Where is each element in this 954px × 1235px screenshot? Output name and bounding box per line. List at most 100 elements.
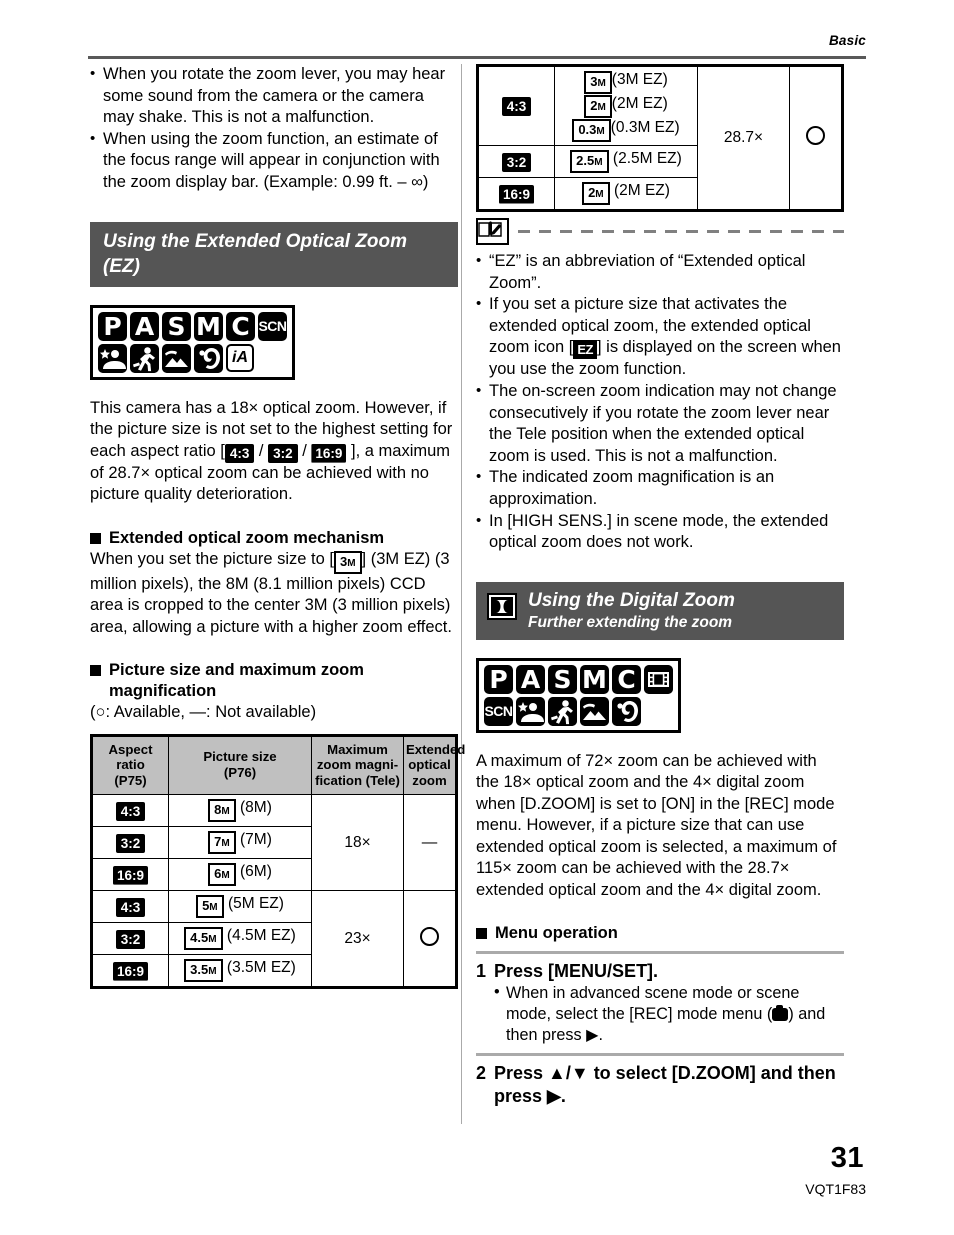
cell-max-zoom: 23× <box>311 890 404 988</box>
list-item: “EZ” is an abbreviation of “Extended opt… <box>476 250 844 294</box>
ez-note-bullet-list: “EZ” is an abbreviation of “Extended opt… <box>476 250 844 554</box>
aspect-badge-4-3: 4:3 <box>224 443 255 463</box>
cell-picture-size: 3.5M (3.5M EZ) <box>168 954 312 988</box>
col-header-aspect-ratio: Aspect ratio (P75) <box>92 735 169 796</box>
cell-aspect: 16:9 <box>478 177 555 210</box>
digital-zoom-icon <box>487 593 517 627</box>
right-column: 4:3 3M (3M EZ) 2M (2M EZ) 0.3M (0.3M EZ) 28… <box>476 64 844 1108</box>
cell-extended-optical-zoom <box>403 890 456 988</box>
list-item: When using the zoom function, an estimat… <box>90 128 458 194</box>
col-header-extended-optical-zoom: Extended optical zoom <box>403 735 465 796</box>
manual-page: Basic When you rotate the zoom lever, yo… <box>0 0 954 1235</box>
portrait-icon <box>612 696 641 726</box>
cell-picture-size: 5M (5M EZ) <box>168 890 312 924</box>
step-rule-top <box>476 951 844 955</box>
table-row: 4:3 3M (3M EZ) 2M (2M EZ) 0.3M (0.3M EZ) 28… <box>478 66 842 210</box>
step-2-text: Press ▲/▼ to select [D.ZOOM] and then pr… <box>494 1063 836 1107</box>
col-header-max-zoom: Maximum zoom magni- fication (Tele) <box>311 735 404 796</box>
section-banner-digital-zoom: Using the Digital Zoom Further extending… <box>476 581 844 640</box>
note-divider-row <box>476 218 844 245</box>
mode-icon-p: P <box>98 311 127 341</box>
scenery-icon <box>580 696 609 726</box>
left-column: When you rotate the zoom lever, you may … <box>90 63 465 990</box>
subhead-line-1: Picture size and maximum zoom <box>109 661 364 680</box>
col-header-picture-size: Picture size (P76) <box>168 735 312 796</box>
mode-icon-m: M <box>580 664 609 694</box>
picture-size-chip-3m: 3M <box>333 550 362 574</box>
mode-icon-row-1: P A S M C <box>484 664 673 694</box>
table-legend: (○: Available, —: Not available) <box>90 703 317 722</box>
mode-icon-scn: SCN <box>258 311 287 341</box>
mode-icon-ia: iA <box>226 343 254 372</box>
mode-icon-box-digital-zoom: P A S M C SCN <box>476 657 681 733</box>
cell-extended-optical-zoom: — <box>403 794 456 892</box>
night-portrait-icon <box>98 343 127 373</box>
available-circle-icon <box>806 126 825 145</box>
step-1: 1 Press [MENU/SET]. <box>476 960 844 983</box>
cell-max-zoom: 18× <box>311 794 404 892</box>
portrait-icon <box>194 343 223 373</box>
page-number: 31 <box>830 1142 864 1174</box>
mode-icon-row-2: iA <box>98 343 287 373</box>
ez-icon-chip: EZ <box>573 340 597 360</box>
picture-size-table-continued: 4:3 3M (3M EZ) 2M (2M EZ) 0.3M (0.3M EZ) 28… <box>478 66 842 210</box>
cell-picture-size: 4.5M (4.5M EZ) <box>168 922 312 956</box>
mode-icon-m: M <box>194 311 223 341</box>
section-banner-extended-optical-zoom: Using the Extended Optical Zoom (EZ) <box>90 221 458 287</box>
available-circle-icon <box>420 926 439 946</box>
picture-size-table-wrapper: Aspect ratio (P75) Picture size (P76) Ma… <box>90 733 465 990</box>
mode-icon-row-2: SCN <box>484 696 673 726</box>
subhead-line-2: magnification <box>109 682 217 701</box>
mode-icon-a: A <box>516 664 545 694</box>
column-divider <box>461 64 462 1124</box>
mode-icon-s: S <box>548 664 577 694</box>
subhead-picture-size-and-max-zoom: Picture size and maximum zoom magnificati… <box>90 660 458 702</box>
step-2-number: 2 <box>476 1063 487 1084</box>
cell-aspect: 16:9 <box>92 954 169 988</box>
mode-icon-row-1: P A S M C SCN <box>98 311 287 341</box>
list-item: The indicated zoom magnification is an a… <box>476 466 844 510</box>
mode-icon-p: P <box>484 664 513 694</box>
cell-picture-size: 2.5M (2.5M EZ) <box>554 145 698 178</box>
cell-picture-size: 6M (6M) <box>168 858 312 892</box>
picture-size-table-continued-wrapper: 4:3 3M (3M EZ) 2M (2M EZ) 0.3M (0.3M EZ) 28… <box>476 64 844 212</box>
cell-aspect: 16:9 <box>92 858 169 892</box>
dashed-divider <box>518 230 844 233</box>
table-row: 4:3 8M (8M) 18× — <box>92 794 456 892</box>
cell-picture-size: 3M (3M EZ) 2M (2M EZ) 0.3M (0.3M EZ) <box>554 66 698 146</box>
motion-picture-icon <box>644 664 673 694</box>
mechanism-paragraph: When you set the picture size to [3M] (3… <box>90 549 458 639</box>
scenery-icon <box>162 343 191 373</box>
note-book-icon <box>476 218 509 245</box>
table-header-row: Aspect ratio (P75) Picture size (P76) Ma… <box>92 735 465 796</box>
cell-picture-size: 2M (2M EZ) <box>554 177 698 210</box>
ez-intro-text-b: / <box>254 441 269 460</box>
mode-icon-scn: SCN <box>484 696 513 726</box>
step-2: 2 Press ▲/▼ to select [D.ZOOM] and then … <box>476 1062 844 1108</box>
running-head: Basic <box>828 33 866 48</box>
digital-zoom-paragraph: A maximum of 72× zoom can be achieved wi… <box>476 751 837 899</box>
cell-aspect: 4:3 <box>478 66 555 146</box>
list-item-ez-icon: If you set a picture size that activates… <box>476 293 844 381</box>
night-portrait-icon <box>516 696 545 726</box>
sports-icon <box>130 343 159 373</box>
mode-icon-c: C <box>612 664 641 694</box>
cell-picture-size: 8M (8M) <box>168 794 312 828</box>
mode-icon-box-ez: P A S M C SCN iA <box>90 304 295 380</box>
cell-aspect: 3:2 <box>92 922 169 956</box>
document-id: VQT1F83 <box>805 1181 866 1197</box>
subhead-extended-optical-zoom-mechanism: Extended optical zoom mechanism <box>90 528 458 549</box>
camera-icon <box>772 1005 789 1022</box>
cell-aspect: 4:3 <box>92 890 169 924</box>
aspect-badge-3-2: 3:2 <box>268 443 298 463</box>
mode-icon-a: A <box>130 311 159 341</box>
step-1-text: Press [MENU/SET]. <box>494 961 659 982</box>
cell-max-zoom: 28.7× <box>697 66 790 210</box>
cell-aspect: 4:3 <box>92 794 169 828</box>
cell-aspect: 3:2 <box>478 145 555 178</box>
cell-extended-optical-zoom <box>789 66 842 210</box>
banner-subtitle: Further extending the zoom <box>528 613 733 631</box>
step-1-number: 1 <box>476 961 487 982</box>
list-item: When you rotate the zoom lever, you may … <box>90 63 458 129</box>
mechanism-text-a: When you set the picture size to [ <box>90 549 334 568</box>
